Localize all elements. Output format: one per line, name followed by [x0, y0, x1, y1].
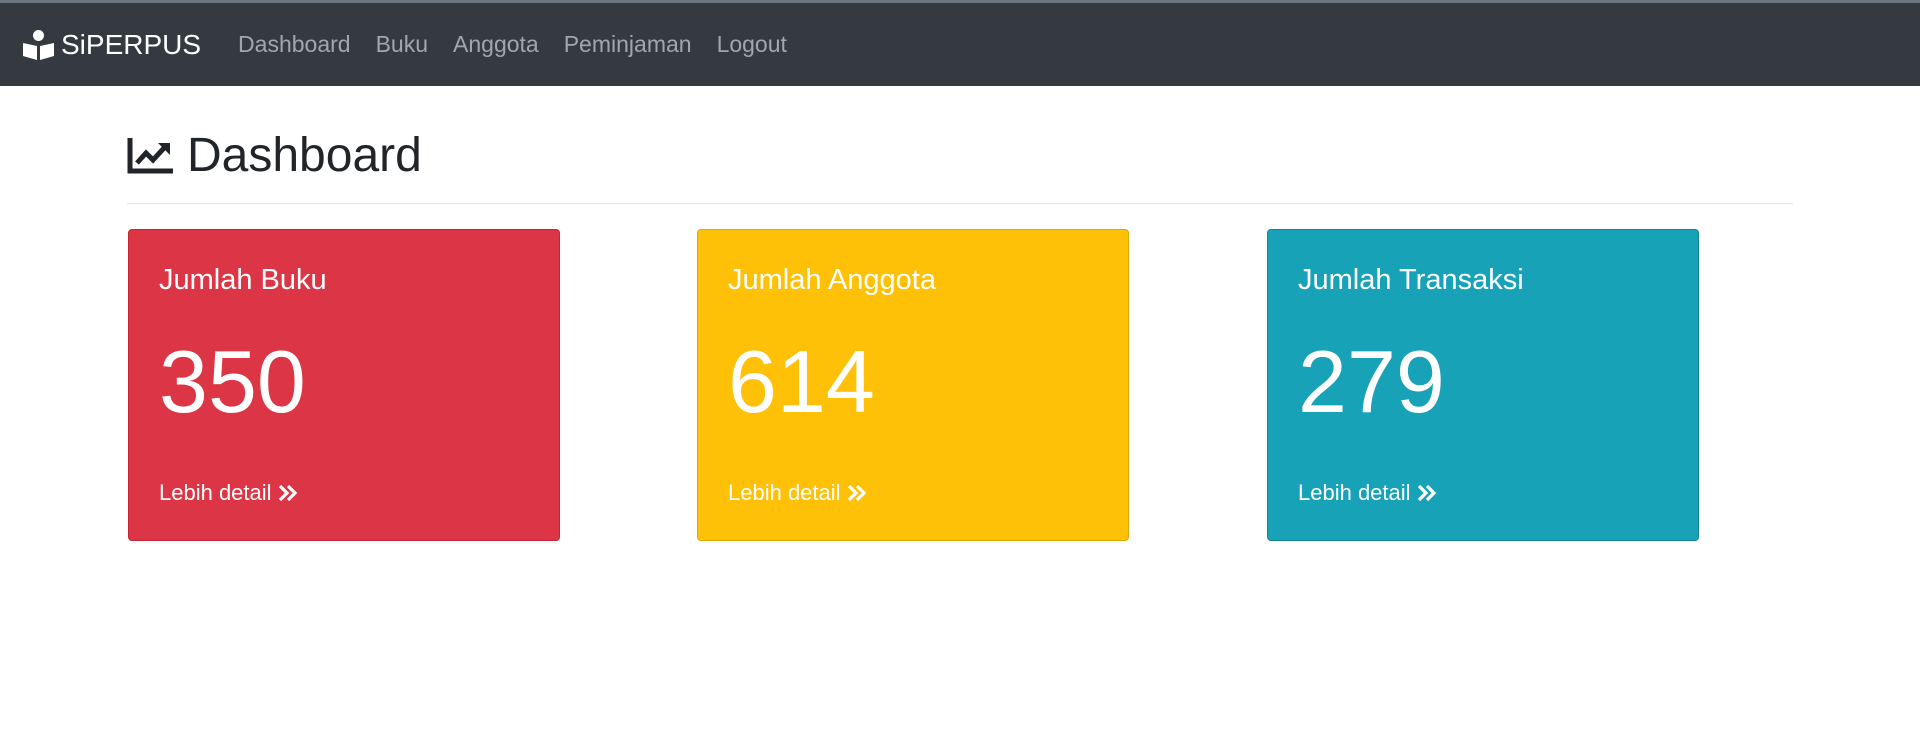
nav-item-logout[interactable]: Logout: [717, 31, 787, 58]
double-chevron-right-icon: [1417, 484, 1436, 502]
card-title: Jumlah Transaksi: [1298, 264, 1524, 296]
detail-link-label: Lebih detail: [728, 480, 841, 505]
book-reader-icon: [23, 29, 54, 60]
card-value: 614: [728, 332, 875, 431]
detail-link-transaksi[interactable]: Lebih detail: [1298, 480, 1437, 506]
page-title: Dashboard: [187, 129, 422, 182]
nav-item-anggota[interactable]: Anggota: [453, 31, 539, 58]
heading-divider: [127, 203, 1793, 204]
brand-name: SiPERPUS: [61, 28, 202, 60]
card-title: Jumlah Buku: [159, 264, 327, 296]
double-chevron-right-icon: [847, 484, 866, 502]
card-jumlah-anggota: Jumlah Anggota 614 Lebih detail: [697, 229, 1129, 541]
card-jumlah-transaksi: Jumlah Transaksi 279 Lebih detail: [1267, 229, 1699, 541]
main-nav: Dashboard Buku Anggota Peminjaman Logout: [238, 31, 812, 58]
nav-item-buku[interactable]: Buku: [376, 31, 428, 58]
double-chevron-right-icon: [278, 484, 297, 502]
brand-link[interactable]: SiPERPUS: [22, 29, 201, 61]
top-navbar: SiPERPUS Dashboard Buku Anggota Peminjam…: [0, 3, 1920, 86]
nav-item-dashboard[interactable]: Dashboard: [238, 31, 351, 58]
card-jumlah-buku: Jumlah Buku 350 Lebih detail: [128, 229, 560, 541]
card-title: Jumlah Anggota: [728, 264, 936, 296]
nav-item-peminjaman[interactable]: Peminjaman: [564, 31, 692, 58]
chart-line-icon: [127, 137, 173, 173]
page-heading: Dashboard: [127, 128, 422, 183]
card-value: 350: [159, 332, 306, 431]
card-value: 279: [1298, 332, 1445, 431]
detail-link-label: Lebih detail: [1298, 480, 1411, 505]
detail-link-label: Lebih detail: [159, 480, 272, 505]
detail-link-anggota[interactable]: Lebih detail: [728, 480, 867, 506]
detail-link-buku[interactable]: Lebih detail: [159, 480, 298, 506]
